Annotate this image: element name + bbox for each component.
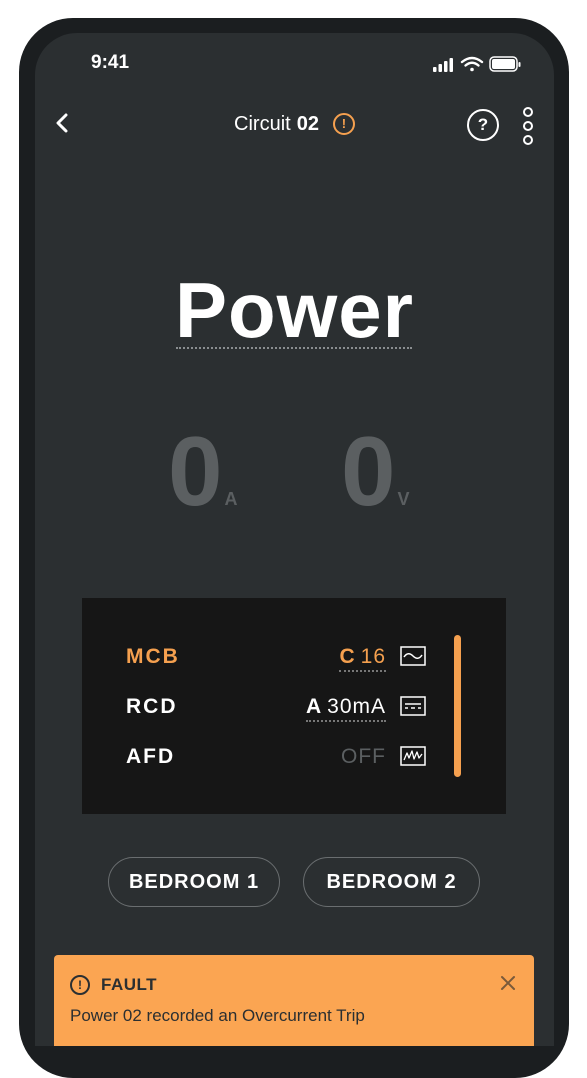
voltage-reading: 0V (341, 421, 410, 521)
afd-row[interactable]: AFD OFF (126, 741, 426, 771)
rcd-row[interactable]: RCD A 30mA (126, 691, 426, 722)
signal-icon (433, 58, 453, 72)
mode-title[interactable]: Power (35, 265, 554, 356)
room-button-bedroom-1[interactable]: BEDROOM 1 (108, 857, 280, 907)
voltage-unit: V (397, 489, 410, 509)
fault-message: Power 02 recorded an Overcurrent Trip (70, 1006, 365, 1025)
alert-icon: ! (70, 975, 90, 995)
status-icons (433, 56, 521, 72)
fault-title: FAULT (101, 975, 158, 994)
rcd-value[interactable]: A 30mA (305, 695, 386, 722)
circuit-level-slider[interactable] (454, 635, 461, 777)
mcb-rating: 16 (360, 645, 386, 668)
voltage-value: 0 (341, 416, 396, 526)
close-icon[interactable] (500, 975, 516, 991)
mcb-label: MCB (126, 645, 180, 668)
mode-selector-underline (176, 347, 412, 349)
rcd-label: RCD (126, 695, 178, 718)
status-time: 9:41 (91, 52, 130, 73)
rcd-type: A (305, 695, 323, 718)
afd-label: AFD (126, 745, 176, 768)
warning-icon[interactable]: ! (332, 113, 355, 135)
mcb-row[interactable]: MCB C 16 (126, 641, 426, 672)
nav-title-text: Circuit (234, 113, 291, 135)
help-button[interactable]: ? (467, 109, 499, 141)
app-screen: 9:41 Circuit 02! ? Power 0A 0V MCB C 16 … (35, 33, 554, 1046)
wifi-icon (460, 56, 484, 72)
afd-value[interactable]: OFF (341, 745, 386, 770)
arc-wave-icon (400, 746, 426, 766)
current-value: 0 (168, 416, 223, 526)
sine-wave-icon (400, 646, 426, 666)
battery-icon (489, 56, 521, 72)
current-reading: 0A (168, 421, 238, 521)
circuit-number: 02 (296, 113, 319, 135)
more-options-icon[interactable] (521, 107, 535, 145)
current-unit: A (224, 489, 238, 509)
room-button-bedroom-2[interactable]: BEDROOM 2 (303, 857, 480, 907)
mcb-value[interactable]: C 16 (339, 645, 386, 672)
rcd-rating: 30mA (327, 695, 386, 718)
mcb-type: C (339, 645, 356, 668)
protection-panel: MCB C 16 RCD A 30mA AFD OFF (82, 598, 506, 814)
dc-wave-icon (400, 696, 426, 716)
fault-alert: ! FAULT Power 02 recorded an Overcurrent… (54, 955, 534, 1046)
